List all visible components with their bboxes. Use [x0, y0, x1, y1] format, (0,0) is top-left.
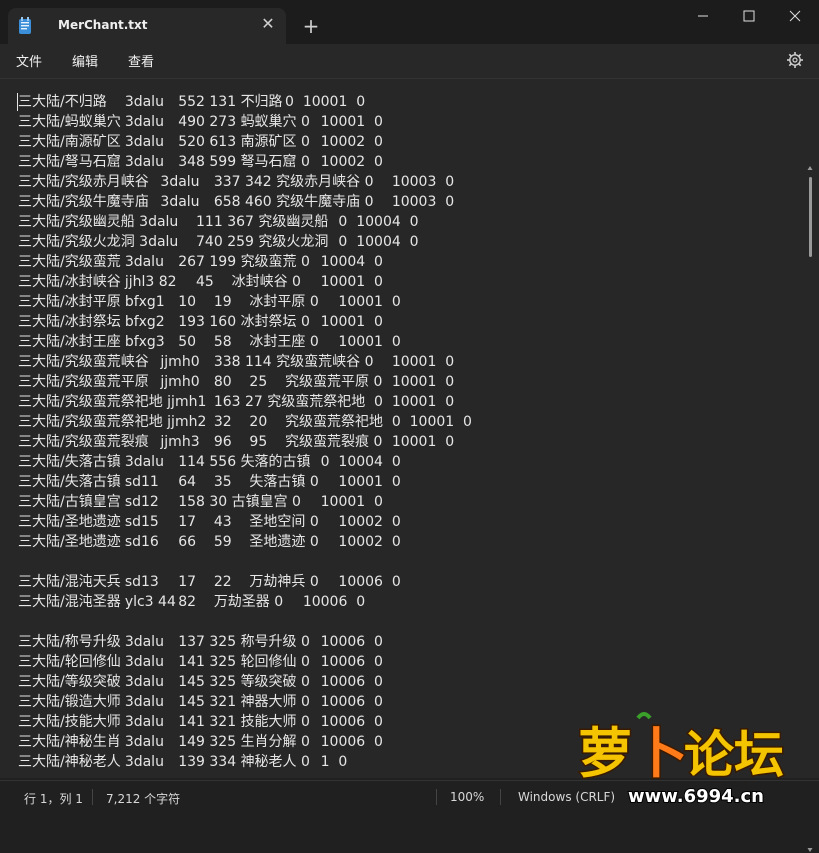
menu-file[interactable]: 文件 — [14, 51, 44, 70]
svg-text:卜: 卜 — [634, 722, 688, 785]
cursor-position[interactable]: 行 1，列 1 — [24, 790, 83, 807]
menu-view[interactable]: 查看 — [126, 51, 156, 70]
text-line[interactable]: 三大陆/圣地遗迹 sd15 17 43 圣地空间 0 10002 0 — [18, 512, 798, 532]
title-bar: MerChant.txt ✕ + — [0, 0, 819, 44]
text-line[interactable]: 三大陆/不归路 3dalu 552 131 不归路 0 10001 0 — [18, 92, 798, 112]
scroll-up-arrow-icon[interactable] — [807, 165, 813, 171]
tab-title: MerChant.txt — [58, 18, 148, 32]
text-line[interactable] — [18, 612, 798, 632]
forum-logo-watermark: 萝 卜 论坛 www.6994.cn — [577, 712, 786, 808]
text-line[interactable]: 三大陆/究级蛮荒平原 jjmh0 80 25 究级蛮荒平原 0 10001 0 — [18, 372, 798, 392]
text-line[interactable]: 三大陆/圣地遗迹 sd16 66 59 圣地遗迹 0 10002 0 — [18, 532, 798, 552]
scroll-down-arrow-icon[interactable] — [807, 847, 813, 853]
text-line[interactable]: 三大陆/冰封峡谷 jjhl3 82 45 冰封峡谷 0 10001 0 — [18, 272, 798, 292]
text-line[interactable]: 三大陆/究级蛮荒祭祀地 jjmh2 32 20 究级蛮荒祭祀地 0 10001 … — [18, 412, 798, 432]
status-separator — [436, 789, 437, 805]
menu-bar: 文件 编辑 查看 — [0, 44, 819, 79]
text-line[interactable]: 三大陆/究级赤月峡谷 3dalu 337 342 究级赤月峡谷 0 10003 … — [18, 172, 798, 192]
settings-gear-icon[interactable] — [786, 51, 804, 69]
text-line[interactable]: 三大陆/混沌天兵 sd13 17 22 万劫神兵 0 10006 0 — [18, 572, 798, 592]
svg-text:论坛: 论坛 — [684, 726, 784, 784]
zoom-level[interactable]: 100% — [450, 790, 484, 804]
text-line[interactable]: 三大陆/轮回修仙 3dalu 141 325 轮回修仙 0 10006 0 — [18, 652, 798, 672]
text-line[interactable]: 三大陆/混沌圣器 ylc3 44 82 万劫圣器 0 10006 0 — [18, 592, 798, 612]
text-line[interactable]: 三大陆/南源矿区 3dalu 520 613 南源矿区 0 10002 0 — [18, 132, 798, 152]
svg-text:萝: 萝 — [578, 722, 632, 785]
text-line[interactable]: 三大陆/究级蛮荒峡谷 jjmh0 338 114 究级蛮荒峡谷 0 10001 … — [18, 352, 798, 372]
status-separator — [500, 789, 501, 805]
text-line[interactable]: 三大陆/称号升级 3dalu 137 325 称号升级 0 10006 0 — [18, 632, 798, 652]
text-line[interactable]: 三大陆/究级火龙洞 3dalu 740 259 究级火龙洞 0 10004 0 — [18, 232, 798, 252]
text-line[interactable]: 三大陆/蚂蚁巢穴 3dalu 490 273 蚂蚁巢穴 0 10001 0 — [18, 112, 798, 132]
text-line[interactable]: 三大陆/失落古镇 3dalu 114 556 失落的古镇 0 10004 0 — [18, 452, 798, 472]
text-line[interactable]: 三大陆/究级蛮荒祭祀地 jjmh1 163 27 究级蛮荒祭祀地 0 10001… — [18, 392, 798, 412]
file-tab[interactable]: MerChant.txt ✕ — [8, 8, 286, 44]
text-line[interactable]: 三大陆/冰封祭坛 bfxg2 193 160 冰封祭坛 0 10001 0 — [18, 312, 798, 332]
close-window-icon[interactable] — [772, 4, 818, 28]
text-line[interactable]: 三大陆/究级牛魔寺庙 3dalu 658 460 究级牛魔寺庙 0 10003 … — [18, 192, 798, 212]
svg-text:www.6994.cn: www.6994.cn — [628, 786, 764, 807]
minimize-icon[interactable] — [680, 4, 726, 28]
text-line[interactable] — [18, 552, 798, 572]
maximize-icon[interactable] — [726, 4, 772, 28]
text-line[interactable]: 三大陆/冰封平原 bfxg1 10 19 冰封平原 0 10001 0 — [18, 292, 798, 312]
scrollbar-thumb[interactable] — [809, 177, 812, 257]
text-line[interactable]: 三大陆/弩马石窟 3dalu 348 599 弩马石窟 0 10002 0 — [18, 152, 798, 172]
character-count: 7,212 个字符 — [106, 792, 181, 806]
text-editor[interactable]: 三大陆/不归路 3dalu 552 131 不归路 0 10001 0 三大陆/蚂… — [0, 79, 819, 852]
notepad-icon — [19, 17, 31, 34]
text-line[interactable]: 三大陆/究级蛮荒裂痕 jjmh3 96 95 究级蛮荒裂痕 0 10001 0 — [18, 432, 798, 452]
text-line[interactable]: 三大陆/等级突破 3dalu 145 325 等级突破 0 10006 0 — [18, 672, 798, 692]
new-tab-button[interactable]: + — [300, 15, 322, 37]
text-line[interactable]: 三大陆/究级幽灵船 3dalu 111 367 究级幽灵船 0 10004 0 — [18, 212, 798, 232]
status-separator — [92, 789, 93, 805]
text-line[interactable]: 三大陆/冰封王座 bfxg3 50 58 冰封王座 0 10001 0 — [18, 332, 798, 352]
text-line[interactable]: 三大陆/失落古镇 sd11 64 35 失落古镇 0 10001 0 — [18, 472, 798, 492]
editor-content[interactable]: 三大陆/不归路 3dalu 552 131 不归路 0 10001 0 三大陆/蚂… — [18, 92, 798, 772]
menu-edit[interactable]: 编辑 — [70, 51, 100, 70]
text-line[interactable]: 三大陆/古镇皇宫 sd12 158 30 古镇皇宫 0 10001 0 — [18, 492, 798, 512]
text-line[interactable]: 三大陆/究级蛮荒 3dalu 267 199 究级蛮荒 0 10004 0 — [18, 252, 798, 272]
text-line[interactable]: 三大陆/锻造大师 3dalu 145 321 神器大师 0 10006 0 — [18, 692, 798, 712]
close-tab-button[interactable]: ✕ — [258, 14, 278, 34]
